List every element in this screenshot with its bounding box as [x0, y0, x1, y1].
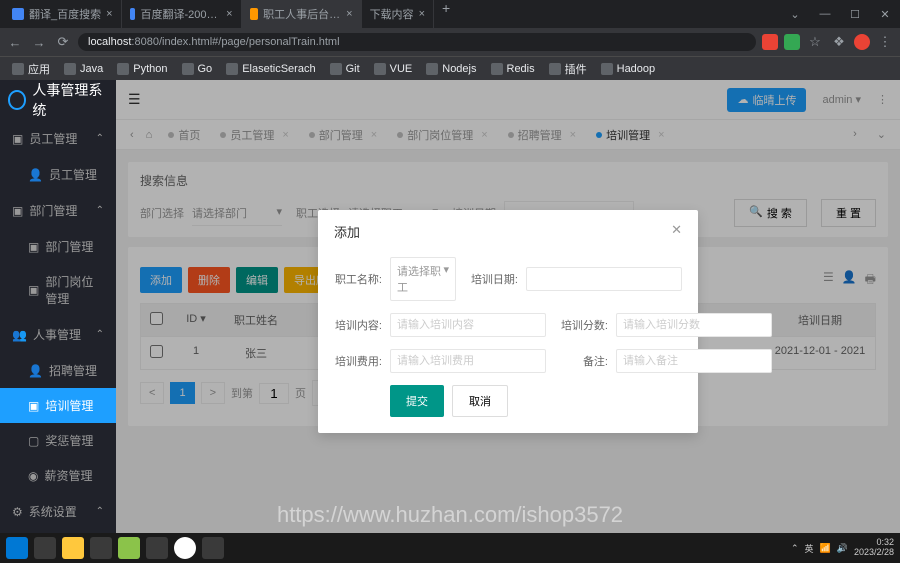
submit-button[interactable]: 提交 — [390, 385, 444, 417]
bookmark-folder[interactable]: Python — [111, 63, 173, 75]
sidebar-item-recruit[interactable]: 👤 招聘管理 — [0, 353, 116, 388]
sidebar: 人事管理系统 ▣ 员工管理⌃ 👤 员工管理 ▣ 部门管理⌃ ▣ 部门管理 ▣ 部… — [0, 80, 116, 563]
add-modal: 添加 ✕ 职工名称: 请选择职工▾ 培训日期: 培训内容: 培训分数: 培训费用:… — [318, 210, 698, 433]
train-date-input[interactable] — [526, 267, 682, 291]
date-label: 培训日期: — [470, 271, 518, 287]
taskbar-app[interactable] — [118, 537, 140, 559]
sidebar-group-employee[interactable]: ▣ 员工管理⌃ — [0, 120, 116, 157]
extension-icon[interactable] — [762, 34, 778, 50]
bookmark-folder[interactable]: ElaseticSerach — [220, 63, 321, 75]
browser-tab-active[interactable]: 职工人事后台管理系统× — [242, 0, 362, 28]
sidebar-item-employee[interactable]: 👤 员工管理 — [0, 157, 116, 192]
taskbar-search[interactable] — [34, 537, 56, 559]
start-button[interactable] — [6, 537, 28, 559]
bookmark-folder[interactable]: 插件 — [543, 61, 593, 77]
train-content-input[interactable] — [390, 313, 546, 337]
remark-label: 备注: — [560, 353, 608, 369]
apps-button[interactable]: 应用 — [6, 61, 56, 77]
sidebar-group-dept[interactable]: ▣ 部门管理⌃ — [0, 192, 116, 229]
modal-close-button[interactable]: ✕ — [671, 222, 682, 241]
app-logo: 人事管理系统 — [0, 80, 116, 120]
taskbar-app[interactable] — [146, 537, 168, 559]
sidebar-item-dept[interactable]: ▣ 部门管理 — [0, 229, 116, 264]
chevron-up-icon: ⌃ — [96, 329, 104, 340]
train-fee-input[interactable] — [390, 349, 546, 373]
logo-icon — [8, 90, 26, 110]
bookmark-folder[interactable]: Java — [58, 63, 109, 75]
sidebar-item-dept-position[interactable]: ▣ 部门岗位管理 — [0, 264, 116, 316]
main-content: ☰ ☁临晴上传 admin ▾ ⋮ ‹ ⌂ 首页 员工管理× 部门管理× 部门岗… — [116, 80, 900, 563]
taskbar-app[interactable] — [202, 537, 224, 559]
back-icon[interactable]: ← — [6, 35, 24, 50]
tray-icon[interactable]: ⌃ — [791, 543, 799, 554]
profile-icon[interactable] — [854, 34, 870, 50]
taskbar-explorer[interactable] — [62, 537, 84, 559]
bookmark-folder[interactable]: Redis — [485, 63, 541, 75]
browser-tab[interactable]: 翻译_百度搜索× — [4, 0, 122, 28]
close-icon[interactable]: × — [106, 8, 112, 20]
tray-icon[interactable]: 英 — [805, 542, 814, 555]
sidebar-item-salary[interactable]: ◉ 薪资管理 — [0, 458, 116, 493]
extensions-icon[interactable]: ❖ — [830, 34, 848, 50]
chevron-up-icon: ⌃ — [96, 205, 104, 216]
minimize-button[interactable]: — — [810, 8, 840, 21]
dropdown-icon[interactable]: ⌄ — [780, 8, 810, 21]
bookmark-folder[interactable]: Git — [324, 63, 366, 75]
sidebar-item-training[interactable]: ▣ 培训管理 — [0, 388, 116, 423]
sidebar-item-reward[interactable]: ▢ 奖惩管理 — [0, 423, 116, 458]
emp-label: 职工名称: — [334, 271, 382, 287]
emp-select[interactable]: 请选择职工▾ — [390, 257, 456, 301]
reload-icon[interactable]: ⟳ — [54, 34, 72, 50]
tray-volume-icon[interactable]: 🔊 — [837, 543, 848, 554]
bookmark-folder[interactable]: VUE — [368, 63, 419, 75]
bookmark-folder[interactable]: Hadoop — [595, 63, 662, 75]
modal-title: 添加 — [334, 222, 360, 241]
chevron-up-icon: ⌃ — [96, 506, 104, 517]
forward-icon[interactable]: → — [30, 35, 48, 50]
browser-tab[interactable]: 百度翻译-200种语言互译、词库...× — [122, 0, 242, 28]
app-container: 人事管理系统 ▣ 员工管理⌃ 👤 员工管理 ▣ 部门管理⌃ ▣ 部门管理 ▣ 部… — [0, 80, 900, 563]
content-label: 培训内容: — [334, 317, 382, 333]
browser-tabs: 翻译_百度搜索× 百度翻译-200种语言互译、词库...× 职工人事后台管理系统… — [0, 0, 458, 28]
maximize-button[interactable]: ☐ — [840, 8, 870, 21]
modal-overlay[interactable]: 添加 ✕ 职工名称: 请选择职工▾ 培训日期: 培训内容: 培训分数: 培训费用:… — [116, 80, 900, 563]
sidebar-group-hr[interactable]: 👥 人事管理⌃ — [0, 316, 116, 353]
browser-titlebar: 翻译_百度搜索× 百度翻译-200种语言互译、词库...× 职工人事后台管理系统… — [0, 0, 900, 28]
train-remark-input[interactable] — [616, 349, 772, 373]
train-score-input[interactable] — [616, 313, 772, 337]
score-label: 培训分数: — [560, 317, 608, 333]
sidebar-group-system[interactable]: ⚙ 系统设置⌃ — [0, 493, 116, 530]
taskbar-clock[interactable]: 0:322023/2/28 — [854, 538, 894, 558]
tray-wifi-icon[interactable]: 📶 — [820, 543, 831, 554]
bookmark-folder[interactable]: Go — [176, 63, 219, 75]
close-icon[interactable]: × — [346, 8, 352, 20]
star-icon[interactable]: ☆ — [806, 34, 824, 50]
taskbar: ⌃ 英 📶 🔊 0:322023/2/28 — [0, 533, 900, 563]
close-icon[interactable]: × — [226, 8, 232, 20]
taskbar-app[interactable] — [90, 537, 112, 559]
extension-icon[interactable] — [784, 34, 800, 50]
bookmark-bar: 应用 Java Python Go ElaseticSerach Git VUE… — [0, 56, 900, 80]
bookmark-folder[interactable]: Nodejs — [420, 63, 482, 75]
cancel-button[interactable]: 取消 — [452, 385, 508, 417]
close-button[interactable]: ✕ — [870, 8, 900, 21]
chevron-up-icon: ⌃ — [96, 133, 104, 144]
address-bar: ← → ⟳ localhost:8080/index.html#/page/pe… — [0, 28, 900, 56]
fee-label: 培训费用: — [334, 353, 382, 369]
menu-icon[interactable]: ⋮ — [876, 34, 894, 50]
chevron-down-icon: ▾ — [443, 263, 449, 295]
taskbar-chrome[interactable] — [174, 537, 196, 559]
close-icon[interactable]: × — [419, 8, 425, 20]
url-input[interactable]: localhost:8080/index.html#/page/personal… — [78, 33, 756, 51]
new-tab-button[interactable]: + — [434, 0, 458, 28]
browser-tab[interactable]: 下载内容× — [362, 0, 434, 28]
